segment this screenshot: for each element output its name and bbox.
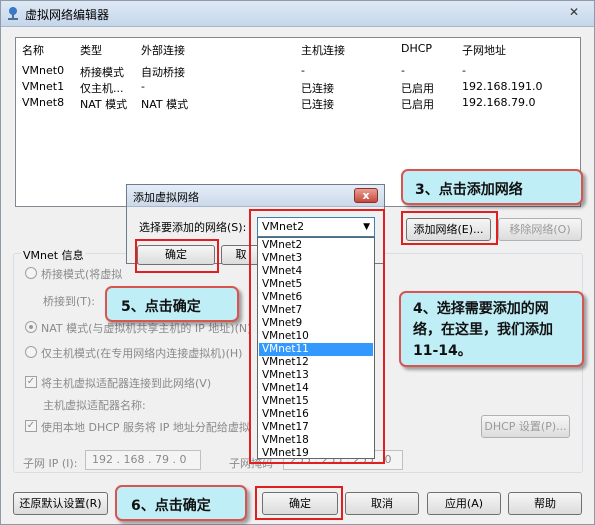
nat-radio[interactable] — [25, 321, 37, 333]
connect-adapter-label: 将主机虚拟适配器连接到此网络(V) — [41, 377, 212, 390]
cell-host: 已连接 — [301, 98, 334, 111]
col-header-external[interactable]: 外部连接 — [141, 42, 185, 58]
bridged-to-label: 桥接到(T): — [43, 295, 96, 308]
subnet-ip-field[interactable]: 192 . 168 . 79 . 0 — [85, 450, 201, 470]
hostonly-radio[interactable] — [25, 346, 37, 358]
select-network-label: 选择要添加的网络(S): — [139, 221, 247, 234]
hostonly-radio-label: 仅主机模式(在专用网络内连接虚拟机)(H) — [41, 347, 243, 360]
cell-host: - — [301, 64, 305, 77]
cell-type: 桥接模式 — [80, 66, 124, 79]
virtual-network-editor-window: 虚拟网络编辑器 ✕ 名称 类型 外部连接 主机连接 DHCP 子网地址 VMne… — [0, 0, 595, 525]
close-icon[interactable]: ✕ — [564, 5, 584, 21]
subnet-ip-label: 子网 IP (I): — [23, 457, 78, 470]
dialog-title: 添加虚拟网络 — [133, 191, 199, 204]
connect-adapter-checkbox[interactable]: ✓ — [25, 376, 37, 388]
col-header-dhcp[interactable]: DHCP — [401, 42, 432, 55]
cell-name: VMnet8 — [22, 96, 65, 109]
cell-type: NAT 模式 — [80, 98, 128, 111]
dialog-close-icon[interactable]: x — [354, 188, 378, 203]
use-dhcp-label: 使用本地 DHCP 服务将 IP 地址分配给虚拟 — [41, 421, 250, 434]
bridged-radio[interactable] — [25, 267, 37, 279]
restore-defaults-button[interactable]: 还原默认设置(R) — [13, 492, 108, 515]
cell-subnet: 192.168.191.0 — [462, 80, 543, 93]
col-header-type[interactable]: 类型 — [80, 42, 102, 58]
callout-step3: 3、点击添加网络 — [401, 169, 583, 205]
dialog-title-bar: 添加虚拟网络 x — [127, 185, 384, 207]
cell-subnet: 192.168.79.0 — [462, 96, 536, 109]
cell-name: VMnet1 — [22, 80, 65, 93]
nat-radio-label: NAT 模式(与虚拟机共享主机的 IP 地址)(N) — [41, 322, 252, 335]
network-app-icon — [8, 7, 18, 20]
callout-step6: 6、点击确定 — [115, 485, 247, 521]
dhcp-settings-button[interactable]: DHCP 设置(P)... — [481, 415, 570, 438]
dialog-ok-highlight-box — [135, 239, 219, 273]
cell-dhcp: 已启用 — [401, 82, 434, 95]
bridged-radio-label: 桥接模式(将虚拟 — [41, 268, 123, 281]
ok-highlight-box — [255, 486, 343, 520]
dropdown-highlight-box — [249, 209, 385, 464]
col-header-host[interactable]: 主机连接 — [301, 42, 345, 58]
adapter-name-label: 主机虚拟适配器名称: — [43, 399, 146, 412]
cell-subnet: - — [462, 64, 466, 77]
cancel-button[interactable]: 取消 — [345, 492, 419, 515]
cell-external: NAT 模式 — [141, 98, 189, 111]
window-title: 虚拟网络编辑器 — [25, 8, 110, 22]
remove-network-button[interactable]: 移除网络(O) — [498, 218, 582, 241]
col-header-name[interactable]: 名称 — [22, 42, 44, 58]
callout-step4: 4、选择需要添加的网络，在这里，我们添加11-14。 — [399, 291, 584, 367]
title-bar: 虚拟网络编辑器 ✕ — [1, 1, 594, 27]
help-button[interactable]: 帮助 — [508, 492, 582, 515]
cell-name: VMnet0 — [22, 64, 65, 77]
vmnet-info-label: VMnet 信息 — [21, 247, 86, 263]
apply-button[interactable]: 应用(A) — [427, 492, 501, 515]
cell-host: 已连接 — [301, 82, 334, 95]
cell-dhcp: - — [401, 64, 405, 77]
cell-dhcp: 已启用 — [401, 98, 434, 111]
cell-external: - — [141, 80, 145, 93]
cell-external: 自动桥接 — [141, 66, 185, 79]
callout-step5: 5、点击确定 — [105, 286, 239, 322]
add-network-highlight-box — [401, 211, 498, 245]
cell-type: 仅主机... — [80, 82, 124, 95]
col-header-subnet[interactable]: 子网地址 — [462, 42, 506, 58]
use-dhcp-checkbox[interactable]: ✓ — [25, 420, 37, 432]
